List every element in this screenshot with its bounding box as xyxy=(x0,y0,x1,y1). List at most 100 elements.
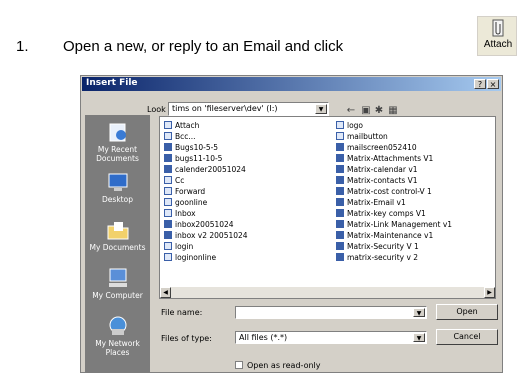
file-name: Cc xyxy=(175,176,185,185)
file-name: Matrix-calendar v1 xyxy=(347,165,418,174)
attach-button[interactable]: Attach xyxy=(477,16,517,56)
file-item[interactable]: bugs11-10-5 xyxy=(164,153,248,164)
file-icon xyxy=(164,121,172,129)
place-my-network-places[interactable]: My Network Places xyxy=(85,315,150,357)
file-item[interactable]: inbox20051024 xyxy=(164,219,248,230)
file-icon xyxy=(336,198,344,206)
place-my-recent-documents[interactable]: My Recent Documents xyxy=(85,121,150,163)
file-name: Attach xyxy=(175,121,200,130)
open-button[interactable]: Open xyxy=(436,304,498,320)
file-item[interactable]: Inbox xyxy=(164,208,248,219)
desktop-icon xyxy=(108,173,127,191)
file-list[interactable]: Attach Bcc... Bugs10-5-5 bugs11-10-5 calende… xyxy=(159,116,496,299)
file-item[interactable]: logo xyxy=(336,120,452,131)
file-icon xyxy=(164,165,172,173)
file-name: calender20051024 xyxy=(175,165,246,174)
look-in-value: tims on 'fileserver\dev' (I:) xyxy=(172,104,278,113)
chevron-down-icon: ▼ xyxy=(413,333,425,342)
file-item[interactable]: Matrix-Email v1 xyxy=(336,197,452,208)
scroll-right-icon[interactable]: ▶ xyxy=(484,287,495,298)
insert-file-dialog: Insert File ? × Look in: tims on 'filese… xyxy=(80,75,503,373)
file-item[interactable]: inbox v2 20051024 xyxy=(164,230,248,241)
file-item[interactable]: matrix-security v 2 xyxy=(336,252,452,263)
file-name: Matrix-key comps V1 xyxy=(347,209,426,218)
my-documents-icon xyxy=(107,222,128,240)
scroll-left-icon[interactable]: ◀ xyxy=(160,287,171,298)
file-name-label: File name: xyxy=(161,308,203,317)
instruction-step: 1. Open a new, or reply to an Email and … xyxy=(0,0,526,60)
dialog-title: Insert File xyxy=(86,78,138,88)
file-type-label: Files of type: xyxy=(161,334,212,343)
network-places-icon xyxy=(109,316,126,335)
file-item[interactable]: Matrix-contacts V1 xyxy=(336,175,452,186)
horizontal-scrollbar[interactable]: ◀ ▶ xyxy=(160,287,495,298)
file-item[interactable]: Matrix-calendar v1 xyxy=(336,164,452,175)
file-name: Matrix-cost control-V 1 xyxy=(347,187,432,196)
file-icon xyxy=(336,121,344,129)
file-item[interactable]: loginonline xyxy=(164,252,248,263)
cancel-button[interactable]: Cancel xyxy=(436,329,498,345)
file-name: Matrix-contacts V1 xyxy=(347,176,418,185)
file-type-value: All files (*.*) xyxy=(239,333,288,342)
file-type-dropdown[interactable]: All files (*.*) ▼ xyxy=(235,331,427,344)
file-item[interactable]: Cc xyxy=(164,175,248,186)
file-name: Inbox xyxy=(175,209,196,218)
file-item[interactable]: login xyxy=(164,241,248,252)
file-icon xyxy=(164,253,172,261)
file-icon xyxy=(164,176,172,184)
file-list-column: Attach Bcc... Bugs10-5-5 bugs11-10-5 calende… xyxy=(164,120,248,263)
file-name-input[interactable]: ▼ xyxy=(235,306,427,319)
file-icon xyxy=(336,253,344,261)
file-icon xyxy=(164,143,172,151)
places-bar: My Recent Documents Desktop My Documents… xyxy=(85,115,150,373)
file-icon xyxy=(336,242,344,250)
file-name: login xyxy=(175,242,194,251)
step-number: 1. xyxy=(16,38,29,55)
file-item[interactable]: Matrix-Attachments V1 xyxy=(336,153,452,164)
file-item[interactable]: Matrix-cost control-V 1 xyxy=(336,186,452,197)
file-icon xyxy=(336,220,344,228)
file-icon xyxy=(336,165,344,173)
dialog-titlebar: Insert File ? × xyxy=(82,77,501,91)
read-only-checkbox[interactable] xyxy=(235,361,243,369)
file-icon xyxy=(164,198,172,206)
file-item[interactable]: Bcc... xyxy=(164,131,248,142)
file-item[interactable]: Matrix-Maintenance v1 xyxy=(336,230,452,241)
file-icon xyxy=(336,176,344,184)
help-button[interactable]: ? xyxy=(474,79,486,89)
file-icon xyxy=(336,209,344,217)
close-button[interactable]: × xyxy=(487,79,499,89)
file-icon xyxy=(336,143,344,151)
file-name: Forward xyxy=(175,187,206,196)
file-list-column: logo mailbutton mailscreen052410 Matrix-Att… xyxy=(336,120,452,263)
file-item[interactable]: mailscreen052410 xyxy=(336,142,452,153)
file-item[interactable]: Forward xyxy=(164,186,248,197)
file-icon xyxy=(164,132,172,140)
file-name: Matrix-Email v1 xyxy=(347,198,406,207)
file-icon xyxy=(336,132,344,140)
file-item[interactable]: Matrix-Link Management v1 xyxy=(336,219,452,230)
file-name: inbox v2 20051024 xyxy=(175,231,248,240)
place-my-documents[interactable]: My Documents xyxy=(85,219,150,252)
read-only-label: Open as read-only xyxy=(247,361,321,370)
place-my-computer[interactable]: My Computer xyxy=(85,267,150,300)
file-icon xyxy=(336,231,344,239)
file-item[interactable]: calender20051024 xyxy=(164,164,248,175)
file-name: logo xyxy=(347,121,364,130)
file-item[interactable]: Matrix-Security V 1 xyxy=(336,241,452,252)
step-text: Open a new, or reply to an Email and cli… xyxy=(63,38,344,55)
file-icon xyxy=(164,220,172,228)
file-name: Bugs10-5-5 xyxy=(175,143,219,152)
place-desktop[interactable]: Desktop xyxy=(85,171,150,204)
file-name: mailscreen052410 xyxy=(347,143,417,152)
file-item[interactable]: goonline xyxy=(164,197,248,208)
file-name: Matrix-Maintenance v1 xyxy=(347,231,434,240)
file-item[interactable]: mailbutton xyxy=(336,131,452,142)
recent-documents-icon xyxy=(109,123,126,142)
chevron-down-icon: ▼ xyxy=(413,308,425,317)
file-item[interactable]: Bugs10-5-5 xyxy=(164,142,248,153)
look-in-dropdown[interactable]: tims on 'fileserver\dev' (I:) ▼ xyxy=(168,102,329,116)
file-name: loginonline xyxy=(175,253,217,262)
file-item[interactable]: Attach xyxy=(164,120,248,131)
file-item[interactable]: Matrix-key comps V1 xyxy=(336,208,452,219)
